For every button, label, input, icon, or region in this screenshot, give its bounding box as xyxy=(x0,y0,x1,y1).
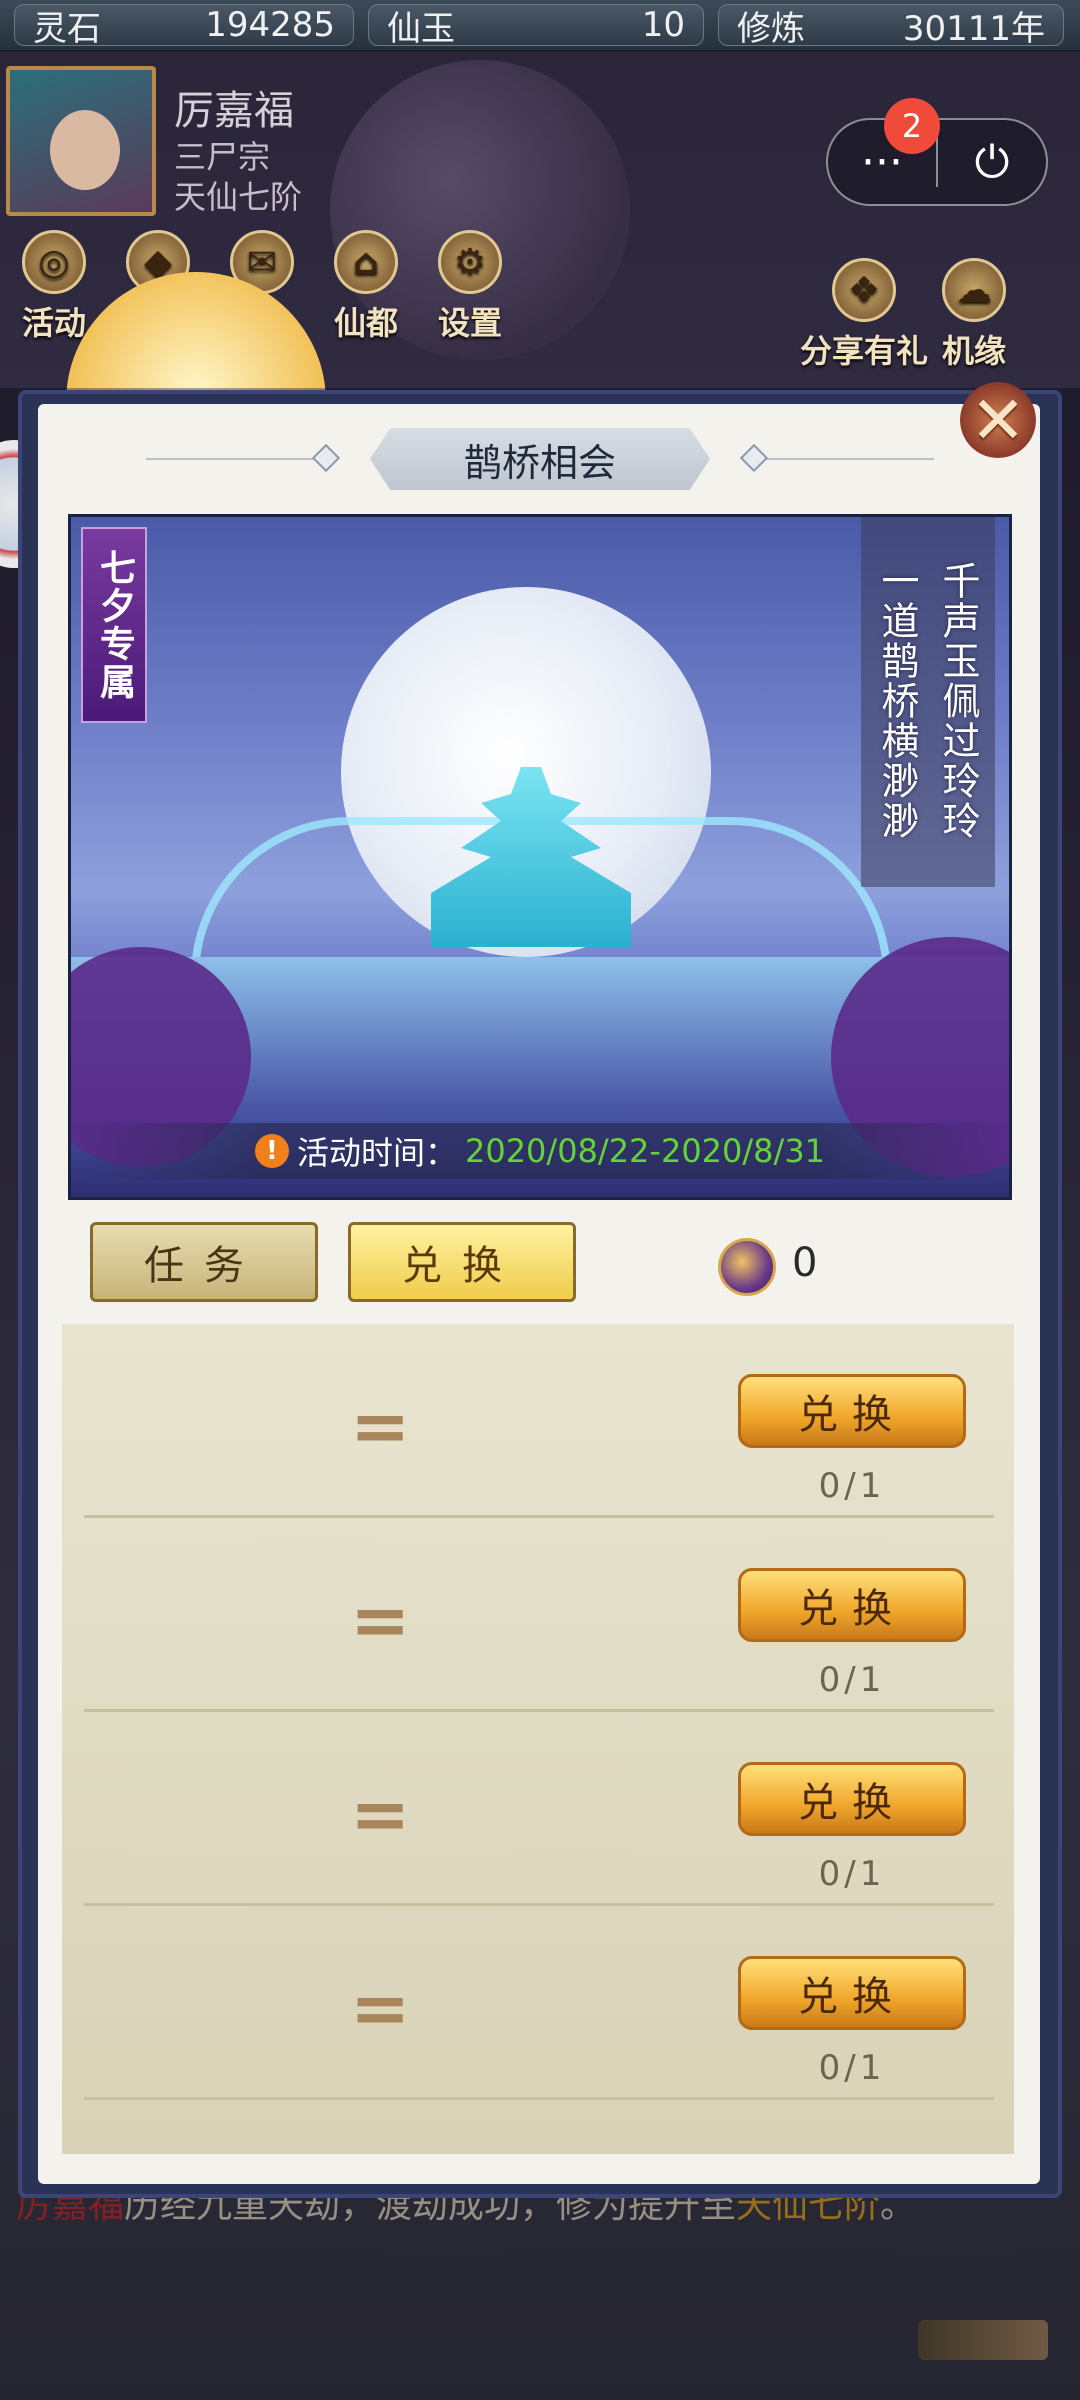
exchange-button[interactable]: 兑换 xyxy=(738,1568,966,1642)
poem-line-2: 一道鹊桥横渺渺 xyxy=(875,561,919,841)
exchange-button[interactable]: 兑换 xyxy=(738,1374,966,1448)
equals-sign: = xyxy=(350,1384,411,1468)
magpie-coin-icon xyxy=(718,1238,776,1296)
exchange-button[interactable]: 兑换 xyxy=(738,1762,966,1836)
resource-xianyu: 仙玉 10 xyxy=(368,4,704,49)
resource-bar: 灵石 194285 仙玉 10 修炼 30111年 xyxy=(0,0,1080,52)
tab-exchange[interactable]: 兑换 xyxy=(348,1222,576,1302)
icon-label: 设置 xyxy=(438,304,503,342)
resource-label: 仙玉 xyxy=(387,8,455,49)
warning-icon: ! xyxy=(254,1134,289,1168)
title-divider-left xyxy=(146,458,336,460)
close-icon: ✕ xyxy=(970,381,1026,459)
exchange-limit: 0/1 xyxy=(818,2048,886,2088)
exchange-row: = 兑换 0/1 xyxy=(84,1712,994,1906)
event-time-value: 2020/08/22-2020/8/31 xyxy=(464,1132,826,1170)
player-name: 厉嘉福 xyxy=(174,88,294,134)
resource-xiulian: 修炼 30111年 xyxy=(718,4,1064,49)
activity-button[interactable]: ◎ 活动 xyxy=(22,230,86,344)
settings-button[interactable]: ⚙ 设置 xyxy=(438,230,502,344)
banner-poem: 千声玉佩过玲玲 一道鹊桥横渺渺 xyxy=(861,517,995,887)
exchange-limit: 0/1 xyxy=(818,1854,886,1894)
resource-value: 30111年 xyxy=(902,8,1045,49)
equals-sign: = xyxy=(350,1966,411,2050)
game-icon-row-right: ❖ 分享有礼 ☁ 机缘 xyxy=(800,258,1006,372)
tab-task[interactable]: 任务 xyxy=(90,1222,318,1302)
resource-lingshi: 灵石 194285 xyxy=(14,4,354,49)
equals-sign: = xyxy=(350,1772,411,1856)
palace-icon: ⌂ xyxy=(334,230,399,294)
exchange-button[interactable]: 兑换 xyxy=(738,1956,966,2030)
title-divider-right xyxy=(744,458,934,460)
player-rank: 天仙七阶 xyxy=(174,178,303,216)
event-time-label: 活动时间： xyxy=(296,1134,457,1172)
power-icon: ⏻ xyxy=(974,136,1010,188)
resource-label: 修炼 xyxy=(737,8,805,49)
exchange-row: = 兑换 0/1 xyxy=(84,1518,994,1712)
event-banner: 七夕专属 千声玉佩过玲玲 一道鹊桥横渺渺 ! 活动时间： 2020/08/22-… xyxy=(68,514,1012,1200)
gear-icon: ⚙ xyxy=(438,230,503,294)
fortune-button[interactable]: ☁ 机缘 xyxy=(942,258,1006,372)
exchange-list: = 兑换 0/1 = 兑换 0/1 = 兑换 0/1 = 兑换 0/1 xyxy=(62,1324,1014,2154)
event-time-bar: ! 活动时间： 2020/08/22-2020/8/31 xyxy=(71,1123,1009,1179)
exchange-row: = 兑换 0/1 xyxy=(84,1906,994,2100)
player-avatar[interactable] xyxy=(6,66,156,216)
avatar-face xyxy=(50,110,120,190)
qixi-exclusive-tag: 七夕专属 xyxy=(81,527,147,723)
icon-label: 分享有礼 xyxy=(800,332,929,370)
icon-label: 仙都 xyxy=(334,304,399,342)
xiandu-button[interactable]: ⌂ 仙都 xyxy=(334,230,398,344)
equals-sign: = xyxy=(350,1578,411,1662)
poem-line-1: 千声玉佩过玲玲 xyxy=(936,561,980,841)
icon-label: 活动 xyxy=(22,304,87,342)
icon-label: 机缘 xyxy=(942,332,1007,370)
power-button[interactable]: ⏻ xyxy=(938,120,1046,204)
close-button[interactable]: ✕ xyxy=(960,381,1036,459)
coin-icon: ◎ xyxy=(22,230,86,294)
resource-value: 10 xyxy=(641,5,685,45)
resource-label: 灵石 xyxy=(33,8,101,49)
share-gift-button[interactable]: ❖ 分享有礼 xyxy=(800,258,928,372)
gift-icon: ❖ xyxy=(832,258,896,322)
resource-value: 194285 xyxy=(205,5,335,45)
cloud-icon: ☁ xyxy=(942,258,1007,322)
notification-badge: 2 xyxy=(884,98,940,154)
exchange-row: = 兑换 0/1 xyxy=(84,1324,994,1518)
exchange-limit: 0/1 xyxy=(818,1466,886,1506)
modal-title: 鹊桥相会 xyxy=(370,428,710,490)
currency-count: 0 xyxy=(792,1240,818,1286)
exchange-limit: 0/1 xyxy=(818,1660,886,1700)
